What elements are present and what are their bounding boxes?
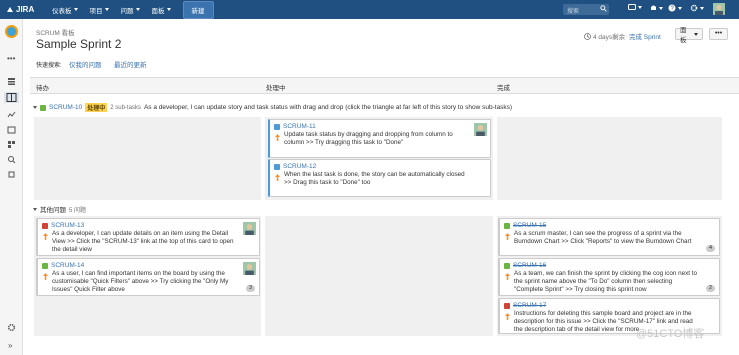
bug-type-icon xyxy=(504,302,510,309)
column-inprogress-title: 处理中 xyxy=(266,85,286,92)
swimlane-summary: As a developer, I can update story and t… xyxy=(143,104,513,111)
quick-filter-my-issues[interactable]: 仅我的问题 xyxy=(69,59,102,69)
nav-projects[interactable]: 项目 xyxy=(90,5,109,15)
card-summary: As a user, I can find important items on… xyxy=(52,270,229,293)
priority-arrow-icon xyxy=(275,134,280,141)
project-settings-icon[interactable] xyxy=(7,323,16,332)
quick-filters-label: 快速搜索: xyxy=(36,63,62,69)
card-summary: Update task status by dragging and dropp… xyxy=(284,131,453,146)
priority-arrow-icon xyxy=(275,174,280,181)
nav-dashboards[interactable]: 仪表板 xyxy=(52,5,78,15)
priority-arrow-icon xyxy=(43,273,48,280)
expand-sidebar-icon[interactable]: » xyxy=(8,341,12,350)
task-type-icon xyxy=(274,123,280,130)
create-button[interactable]: 新建 xyxy=(182,0,214,19)
card-issue-key[interactable]: SCRUM-16 xyxy=(504,262,715,269)
issue-card-scrum-11[interactable]: SCRUM-11 Update task status by dragging … xyxy=(268,119,491,158)
releases-icon[interactable] xyxy=(7,125,16,134)
assignee-avatar xyxy=(243,222,256,235)
sprint-days-remaining: 4 days剩余 xyxy=(584,31,625,41)
active-board-icon[interactable] xyxy=(4,92,19,103)
notifications-icon[interactable] xyxy=(650,4,663,12)
clock-icon xyxy=(584,32,591,40)
bug-type-icon xyxy=(42,222,48,229)
card-issue-key[interactable]: SCRUM-14 xyxy=(42,262,255,269)
column-inprogress-area-2 xyxy=(265,216,493,336)
card-issue-key[interactable]: SCRUM-17 xyxy=(504,302,715,309)
story-points-badge: 2 xyxy=(706,285,715,292)
chevron-down-icon xyxy=(73,8,78,11)
project-avatar[interactable] xyxy=(5,25,18,38)
more-actions-button[interactable]: ••• xyxy=(709,28,728,40)
jira-logo[interactable]: JIRA xyxy=(0,5,40,14)
chevron-down-icon xyxy=(166,8,171,11)
swimlane-header-scrum-10[interactable]: SCRUM-10 处理中 2 sub-tasks As a developer,… xyxy=(33,103,512,112)
board-menu-button[interactable]: 面板 xyxy=(675,27,703,44)
issue-card-scrum-12[interactable]: SCRUM-12 When the last task is done, the… xyxy=(268,159,491,197)
nav-boards[interactable]: 面板 xyxy=(152,5,171,15)
priority-arrow-icon xyxy=(43,233,48,240)
page-title: Sample Sprint 2 xyxy=(36,37,122,51)
story-type-icon xyxy=(40,104,46,111)
feedback-icon[interactable] xyxy=(628,4,642,11)
card-issue-key[interactable]: SCRUM-15 xyxy=(504,222,715,229)
priority-arrow-icon xyxy=(505,273,510,280)
logo-text: JIRA xyxy=(16,5,35,14)
subtask-count: 2 sub-tasks xyxy=(110,104,141,111)
task-type-icon xyxy=(274,163,280,170)
swimlane-header-other[interactable]: 其他问题 5 问题 xyxy=(33,204,89,214)
issue-count: 5 问题 xyxy=(69,207,87,214)
issues-search-icon[interactable] xyxy=(7,155,16,164)
story-type-icon xyxy=(504,262,510,269)
jira-logo-icon xyxy=(7,6,13,12)
column-done-title: 完成 xyxy=(497,85,510,92)
issue-card-scrum-14[interactable]: SCRUM-14 As a user, I can find important… xyxy=(36,258,260,296)
chevron-down-icon xyxy=(104,8,109,11)
reports-icon[interactable] xyxy=(7,110,16,119)
project-sidebar: ••• » xyxy=(0,19,23,355)
help-icon[interactable]: ? xyxy=(668,4,682,12)
assignee-avatar xyxy=(243,262,256,275)
nav-issues[interactable]: 问题 xyxy=(121,5,140,15)
backlog-icon[interactable] xyxy=(7,77,16,86)
user-avatar[interactable] xyxy=(713,3,725,15)
column-done-area xyxy=(497,117,722,200)
story-points-badge: 4 xyxy=(706,245,715,252)
column-header-bar xyxy=(30,77,739,94)
card-summary: As a scrum master, I can see the progres… xyxy=(514,230,692,245)
swimlane-issue-key[interactable]: SCRUM-10 xyxy=(49,104,82,111)
card-issue-key[interactable]: SCRUM-13 xyxy=(42,222,255,229)
complete-sprint-link[interactable]: 完成 Sprint xyxy=(629,31,661,41)
card-summary: When the last task is done, the story ca… xyxy=(284,171,465,186)
card-issue-key[interactable]: SCRUM-12 xyxy=(274,163,486,170)
priority-arrow-icon xyxy=(505,313,510,320)
status-badge: 处理中 xyxy=(85,103,108,112)
card-summary: As a developer, I can update details on … xyxy=(52,230,234,253)
issue-card-scrum-16[interactable]: SCRUM-16 As a team, we can finish the sp… xyxy=(498,258,720,296)
column-todo-title: 待办 xyxy=(36,85,49,92)
card-issue-key[interactable]: SCRUM-11 xyxy=(274,123,486,130)
components-icon[interactable] xyxy=(7,140,16,149)
swimlane-title: 其他问题 xyxy=(40,207,66,214)
add-ons-icon[interactable] xyxy=(7,170,16,179)
issue-card-scrum-13[interactable]: SCRUM-13 As a developer, I can update de… xyxy=(36,218,260,256)
watermark: @51CTO博客 xyxy=(636,328,705,340)
priority-arrow-icon xyxy=(505,233,510,240)
assignee-avatar xyxy=(474,123,487,136)
column-todo-area xyxy=(34,117,261,200)
story-points-badge: 3 xyxy=(246,285,255,292)
board-type-label: SCRUM 看板 xyxy=(36,30,75,37)
issue-card-scrum-15[interactable]: SCRUM-15 As a scrum master, I can see th… xyxy=(498,218,720,256)
card-summary: As a team, we can finish the sprint by c… xyxy=(514,270,698,293)
collapse-caret-icon[interactable] xyxy=(33,207,37,211)
story-type-icon xyxy=(42,262,48,269)
settings-gear-icon[interactable] xyxy=(690,4,704,12)
more-icon[interactable]: ••• xyxy=(7,54,15,63)
story-type-icon xyxy=(504,222,510,229)
search-icon xyxy=(600,5,607,12)
quick-filter-recent[interactable]: 最近的更新 xyxy=(114,59,147,69)
chevron-down-icon xyxy=(135,8,140,11)
collapse-caret-icon[interactable] xyxy=(33,106,37,109)
